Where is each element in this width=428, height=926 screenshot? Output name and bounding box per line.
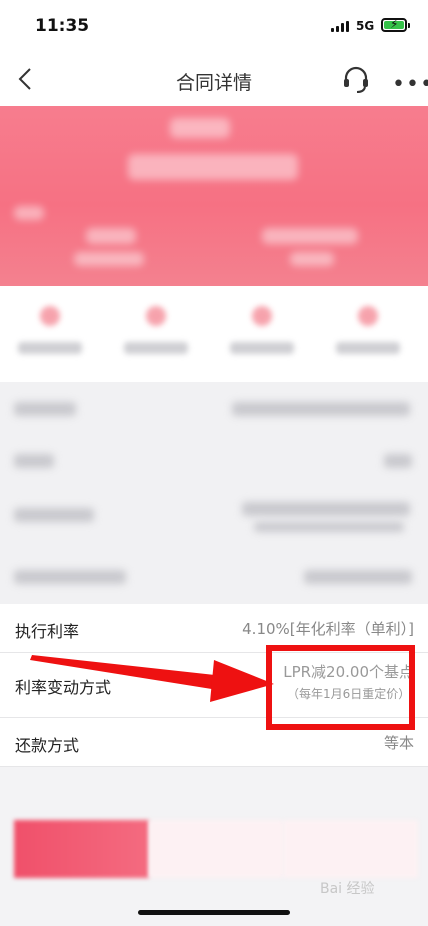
network-type: 5G <box>356 19 375 33</box>
blurred-secondary-button[interactable] <box>283 820 419 878</box>
blurred-action[interactable] <box>18 306 82 362</box>
watermark: Bai 经验 <box>320 881 375 897</box>
blurred-detail-rows <box>0 382 428 604</box>
bottom-action-bar <box>14 820 419 878</box>
home-indicator <box>138 910 290 915</box>
more-dots-icon[interactable]: ••• <box>392 72 428 97</box>
blurred-primary-button[interactable] <box>14 820 149 878</box>
signal-bars-icon <box>331 21 349 32</box>
annotation-arrow <box>30 655 274 702</box>
row-value: 4.10%[年化利率（单利）] <box>242 620 414 638</box>
battery-charging-icon: ⚡ <box>381 17 410 32</box>
blurred-action[interactable] <box>124 306 188 362</box>
row-label: 还款方式 <box>15 736 80 755</box>
blurred-action[interactable] <box>336 306 400 362</box>
nav-bar: 合同详情 ••• <box>0 54 428 106</box>
headset-icon[interactable] <box>343 66 369 94</box>
blurred-secondary-button[interactable] <box>148 820 284 878</box>
blurred-action[interactable] <box>230 306 294 362</box>
contract-hero-card <box>0 106 428 386</box>
row-label: 执行利率 <box>15 622 80 641</box>
status-bar: 11:35 5G ⚡ <box>0 0 428 54</box>
annotation-highlight-box <box>266 645 415 730</box>
action-strip <box>0 286 428 382</box>
status-time: 11:35 <box>35 16 90 36</box>
row-value: 等本 <box>383 734 414 752</box>
